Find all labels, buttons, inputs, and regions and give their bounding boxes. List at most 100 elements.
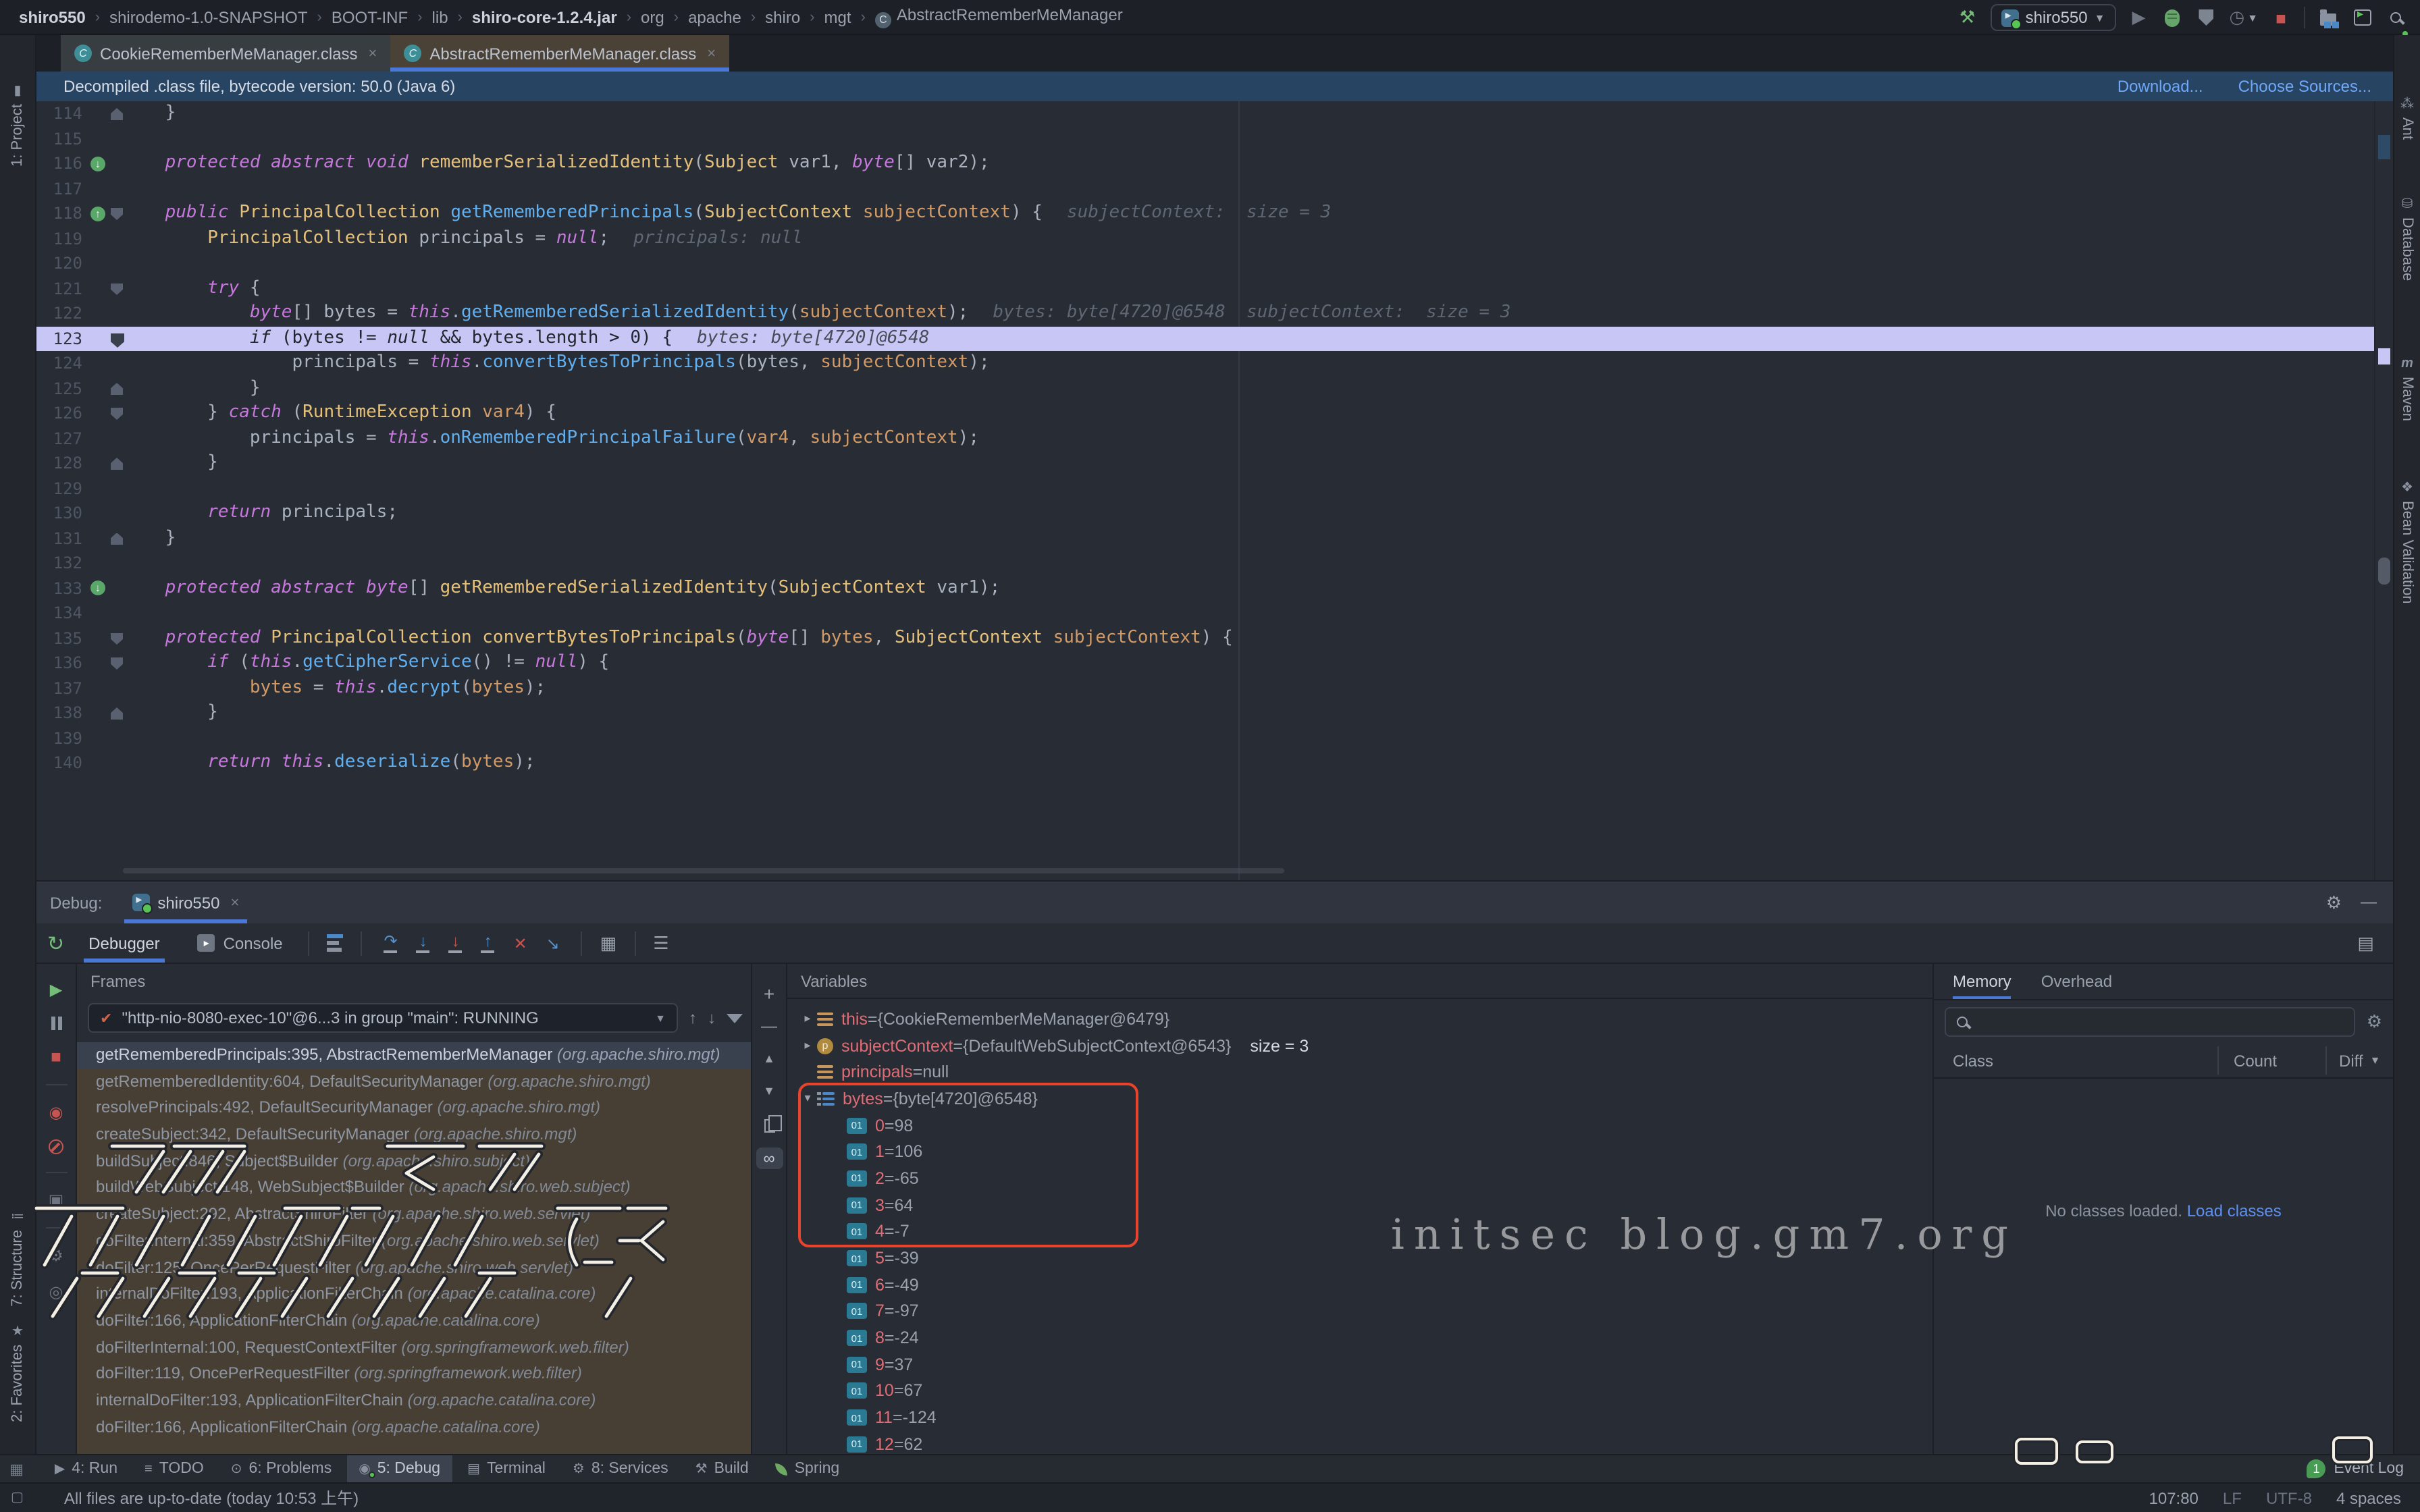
- search-everywhere-icon[interactable]: [2385, 5, 2406, 30]
- remove-watch-icon[interactable]: —: [761, 1018, 777, 1035]
- variable-row[interactable]: principals = null: [787, 1059, 1932, 1085]
- mute-breakpoints-icon[interactable]: [49, 1139, 63, 1154]
- breadcrumb-item[interactable]: lib: [432, 7, 448, 26]
- gear-icon[interactable]: ⚙: [2326, 892, 2342, 913]
- stack-frame-row[interactable]: resolvePrincipals:492, DefaultSecurityMa…: [77, 1096, 751, 1122]
- thread-selector[interactable]: ✔ "http-nio-8080-exec-10"@6...3 in group…: [88, 1003, 678, 1033]
- toolwindow-button-6-problems[interactable]: ⊙6: Problems: [219, 1455, 344, 1482]
- layout-settings-icon[interactable]: ▤: [2357, 932, 2374, 952]
- stack-frame-row[interactable]: doFilter:119, OncePerRequestFilter (org.…: [77, 1361, 751, 1388]
- settings-gear-icon[interactable]: ⚙: [49, 1246, 63, 1265]
- variable-row[interactable]: 012 = -65: [787, 1165, 1932, 1191]
- toolwindow-button-8-services[interactable]: ⚙8: Services: [560, 1455, 681, 1482]
- variable-row[interactable]: 0110 = 67: [787, 1378, 1932, 1404]
- move-up-icon[interactable]: ▲: [763, 1050, 775, 1068]
- variable-row[interactable]: 017 = -97: [787, 1298, 1932, 1324]
- variable-row[interactable]: 016 = -49: [787, 1272, 1932, 1298]
- tab-overhead[interactable]: Overhead: [2041, 964, 2112, 999]
- tab-memory[interactable]: Memory: [1953, 964, 2011, 999]
- toolwindow-toggle-icon[interactable]: ▦: [9, 1460, 24, 1478]
- breadcrumb-item[interactable]: shiro-core-1.2.4.jar: [472, 7, 617, 26]
- trace-settings-icon[interactable]: ☰: [653, 932, 668, 954]
- toolwindow-button-4-run[interactable]: ▶4: Run: [43, 1455, 130, 1482]
- download-link[interactable]: Download...: [2118, 77, 2203, 96]
- camera-snapshot-icon[interactable]: ▣: [49, 1191, 64, 1210]
- horizontal-scrollbar[interactable]: [123, 868, 1284, 873]
- hide-panel-icon[interactable]: —: [2361, 892, 2377, 913]
- breadcrumb-item[interactable]: apache: [688, 7, 741, 26]
- stack-frame-row[interactable]: getRememberedIdentity:604, DefaultSecuri…: [77, 1069, 751, 1095]
- sidebar-item-ant[interactable]: ⁂ Ant: [2394, 97, 2420, 140]
- toolwindow-button-todo[interactable]: ≡TODO: [132, 1455, 216, 1482]
- sidebar-item-favorites[interactable]: ★ 2: Favorites: [0, 1324, 35, 1422]
- variable-row[interactable]: 0111 = -124: [787, 1405, 1932, 1431]
- close-icon[interactable]: ×: [369, 45, 377, 61]
- fold-marker-icon[interactable]: [111, 408, 123, 420]
- status-item[interactable]: 4 spaces: [2336, 1488, 2401, 1507]
- sidebar-item-structure[interactable]: ≔ 7: Structure: [0, 1210, 35, 1307]
- coverage-button[interactable]: [2195, 5, 2217, 30]
- move-down-icon[interactable]: ▼: [763, 1083, 775, 1100]
- breadcrumb-item[interactable]: shirodemo-1.0-SNAPSHOT: [109, 7, 307, 26]
- variable-row[interactable]: 014 = -7: [787, 1218, 1932, 1245]
- status-item[interactable]: 107:80: [2149, 1488, 2199, 1507]
- variable-row[interactable]: ▾bytes = {byte[4720]@6548}: [787, 1085, 1932, 1112]
- event-log-button[interactable]: 1 Event Log: [2307, 1459, 2404, 1478]
- stack-frame-row[interactable]: getRememberedPrincipals:395, AbstractRem…: [77, 1042, 751, 1069]
- close-icon[interactable]: ×: [707, 45, 716, 61]
- stack-frame-row[interactable]: doFilterInternal:359, AbstractShiroFilte…: [77, 1228, 751, 1255]
- execution-point-icon[interactable]: [111, 333, 124, 348]
- breadcrumb-item[interactable]: CAbstractRememberMeManager: [875, 6, 1123, 28]
- sidebar-item-maven[interactable]: m Maven: [2394, 356, 2420, 421]
- variable-row[interactable]: 010 = 98: [787, 1112, 1932, 1139]
- tab-console[interactable]: ▸ Console: [184, 923, 296, 963]
- sidebar-item-bean-validation[interactable]: ❖ Bean Validation: [2394, 481, 2420, 604]
- toolwindow-button-5-debug[interactable]: ◉5: Debug: [346, 1455, 452, 1482]
- stack-frame-row[interactable]: createSubject:292, AbstractShiroFilter (…: [77, 1202, 751, 1228]
- tab-debugger[interactable]: Debugger: [75, 923, 173, 963]
- toolwindow-button-terminal[interactable]: ▤Terminal: [455, 1455, 558, 1482]
- variable-row[interactable]: ▸this = {CookieRememberMeManager@6479}: [787, 1006, 1932, 1032]
- breadcrumb-item[interactable]: shiro: [765, 7, 800, 26]
- stack-frame-row[interactable]: doFilterInternal:100, RequestContextFilt…: [77, 1334, 751, 1361]
- project-structure-icon[interactable]: [2317, 5, 2339, 30]
- expand-chevron-icon[interactable]: ▾: [798, 1091, 817, 1106]
- variable-row[interactable]: 013 = 64: [787, 1192, 1932, 1218]
- step-into-icon[interactable]: ↓: [407, 933, 440, 954]
- override-marker-icon[interactable]: ↑: [90, 206, 105, 221]
- frame-up-icon[interactable]: ↑: [689, 1008, 697, 1027]
- run-button[interactable]: ▶: [2128, 5, 2149, 30]
- variable-row[interactable]: 011 = 106: [787, 1139, 1932, 1165]
- editor-tab[interactable]: CAbstractRememberMeManager.class×: [390, 35, 729, 72]
- profiler-button[interactable]: ◷▼: [2229, 5, 2258, 30]
- error-stripe[interactable]: [2374, 101, 2393, 880]
- memory-search-input[interactable]: [1945, 1007, 2356, 1037]
- expand-chevron-icon[interactable]: ▸: [798, 1038, 817, 1053]
- pin-icon[interactable]: ◎: [49, 1282, 63, 1301]
- column-count[interactable]: Count: [2234, 1051, 2277, 1070]
- add-watch-icon[interactable]: +: [764, 986, 774, 1003]
- drop-frame-icon[interactable]: ✕: [504, 935, 537, 951]
- sidebar-item-project[interactable]: ▮ 1: Project: [0, 84, 35, 167]
- fold-marker-icon[interactable]: [111, 208, 123, 220]
- toolwindow-button-build[interactable]: ⚒Build: [683, 1455, 761, 1482]
- fold-marker-icon[interactable]: [111, 458, 123, 470]
- fold-marker-icon[interactable]: [111, 707, 123, 720]
- hide-library-frames-icon[interactable]: [727, 1013, 743, 1023]
- variable-row[interactable]: ▸psubjectContext = {DefaultWebSubjectCon…: [787, 1032, 1932, 1058]
- stripe-scroll-thumb[interactable]: [2378, 558, 2390, 585]
- step-out-icon[interactable]: ↑: [472, 933, 504, 954]
- implement-marker-icon[interactable]: ↓: [90, 580, 105, 595]
- column-diff[interactable]: Diff▼: [2339, 1051, 2380, 1070]
- stack-frame-row[interactable]: internalDoFilter:193, ApplicationFilterC…: [77, 1281, 751, 1307]
- stack-frame-row[interactable]: buildWebSubject:148, WebSubject$Builder …: [77, 1175, 751, 1202]
- rerun-icon[interactable]: ↻: [47, 931, 64, 955]
- toolwindow-button-spring[interactable]: Spring: [764, 1455, 852, 1482]
- step-over-icon[interactable]: ↷: [375, 933, 407, 954]
- fold-marker-icon[interactable]: [111, 632, 123, 645]
- run-configuration-select[interactable]: shiro550 ▼: [1991, 4, 2116, 31]
- fold-marker-icon[interactable]: [111, 383, 123, 395]
- breadcrumb-item[interactable]: BOOT-INF: [332, 7, 408, 26]
- breadcrumb-item[interactable]: mgt: [824, 7, 851, 26]
- run-to-cursor-icon[interactable]: ↘: [537, 935, 569, 951]
